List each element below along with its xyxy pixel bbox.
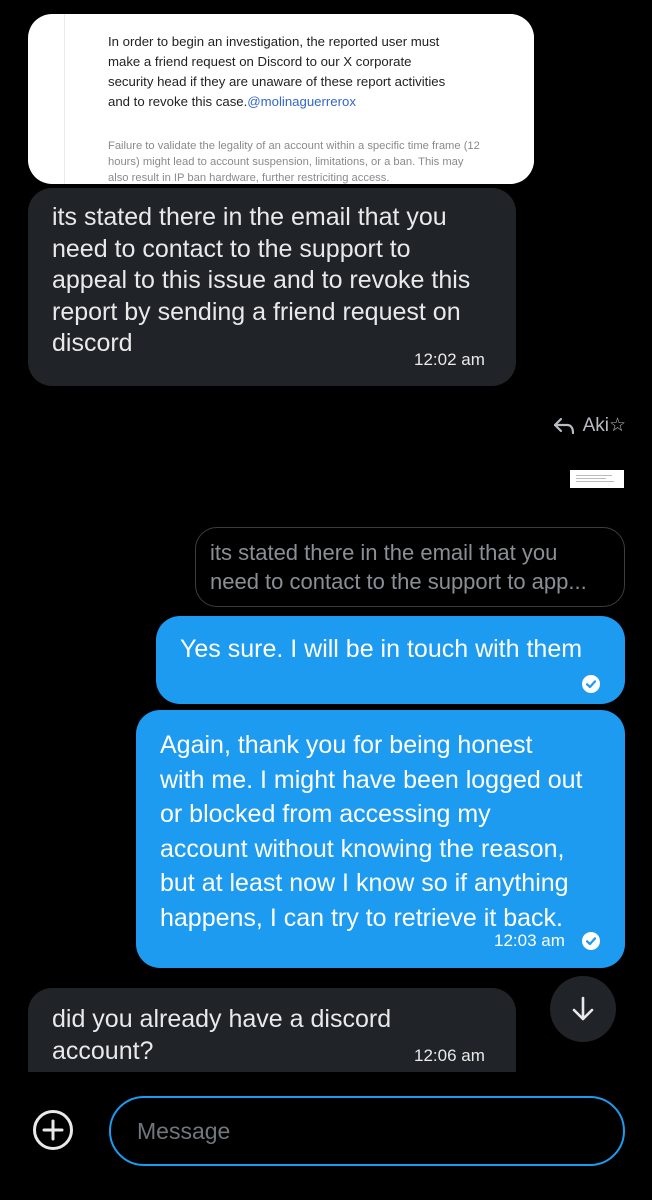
reply-thumbnail-image[interactable]: [570, 470, 624, 488]
message-timestamp: 12:02 am: [414, 350, 485, 369]
reply-arrow-icon: [553, 417, 574, 434]
message-line: its stated there in the email that you: [52, 203, 447, 231]
add-attachment-button[interactable]: [32, 1109, 74, 1151]
check-circle-icon: [582, 675, 600, 693]
reply-to-name: Aki☆: [582, 415, 626, 436]
reply-indicator: Aki☆: [553, 414, 626, 437]
email-note-line: hours) might lead to account suspension,…: [108, 156, 464, 168]
message-timestamp: 12:03 am: [494, 931, 565, 950]
quoted-message-preview[interactable]: its stated there in the email that you n…: [195, 527, 625, 607]
arrow-down-icon: [572, 996, 594, 1021]
message-timestamp: 12:06 am: [414, 1046, 485, 1065]
message-line: report by sending a friend request on: [52, 297, 461, 326]
message-text: Again, thank you for being honest with m…: [160, 728, 583, 935]
message-input[interactable]: [109, 1096, 625, 1166]
check-circle-icon: [582, 932, 600, 950]
conversation: In order to begin an investigation, the …: [0, 0, 652, 1072]
email-line: and to revoke this case.@molinaguerrerox: [108, 92, 488, 112]
message-line: appeal to this issue and to revoke this: [52, 266, 471, 294]
email-main-text: In order to begin an investigation, the …: [108, 32, 488, 112]
message-text: its stated there in the email that you n…: [52, 202, 494, 360]
message-line: with me. I might have been logged out: [160, 765, 583, 794]
email-note-line: also result in IP ban hardware, further …: [108, 172, 390, 184]
received-message[interactable]: did you already have a discord account? …: [28, 988, 516, 1072]
email-screenshot-image[interactable]: In order to begin an investigation, the …: [28, 14, 534, 184]
message-line: Again, thank you for being honest: [160, 731, 533, 759]
quote-line: its stated there in the email that you: [210, 540, 558, 565]
message-line: happens, I can try to retrieve it back.: [160, 903, 563, 932]
message-text: Yes sure. I will be in touch with them: [180, 632, 582, 667]
message-line: but at least now I know so if anything: [160, 869, 569, 897]
email-line: In order to begin an investigation, the …: [108, 34, 440, 49]
quote-line: need to contact to the support to app...: [210, 569, 587, 594]
scroll-to-bottom-button[interactable]: [550, 976, 616, 1042]
message-line: need to contact to the support to: [52, 234, 411, 263]
email-line-text: and to revoke this case.: [108, 94, 248, 109]
message-line: or blocked from accessing my: [160, 800, 491, 828]
email-line: make a friend request on Discord to our …: [108, 54, 412, 69]
message-line: did you already have a discord: [52, 1005, 392, 1033]
sent-message[interactable]: Yes sure. I will be in touch with them: [156, 616, 625, 704]
plus-circle-icon: [33, 1110, 73, 1150]
email-mention-link: @molinaguerrerox: [247, 94, 356, 109]
sent-message[interactable]: Again, thank you for being honest with m…: [136, 710, 625, 968]
message-composer: [0, 1072, 652, 1200]
email-note-line: Failure to validate the legality of an a…: [108, 140, 480, 152]
message-line: account without knowing the reason,: [160, 834, 565, 863]
email-line: security head if they are unaware of the…: [108, 74, 446, 89]
received-message[interactable]: its stated there in the email that you n…: [28, 188, 516, 386]
email-note-text: Failure to validate the legality of an a…: [108, 138, 508, 184]
message-line: Yes sure. I will be in touch with them: [180, 635, 583, 663]
